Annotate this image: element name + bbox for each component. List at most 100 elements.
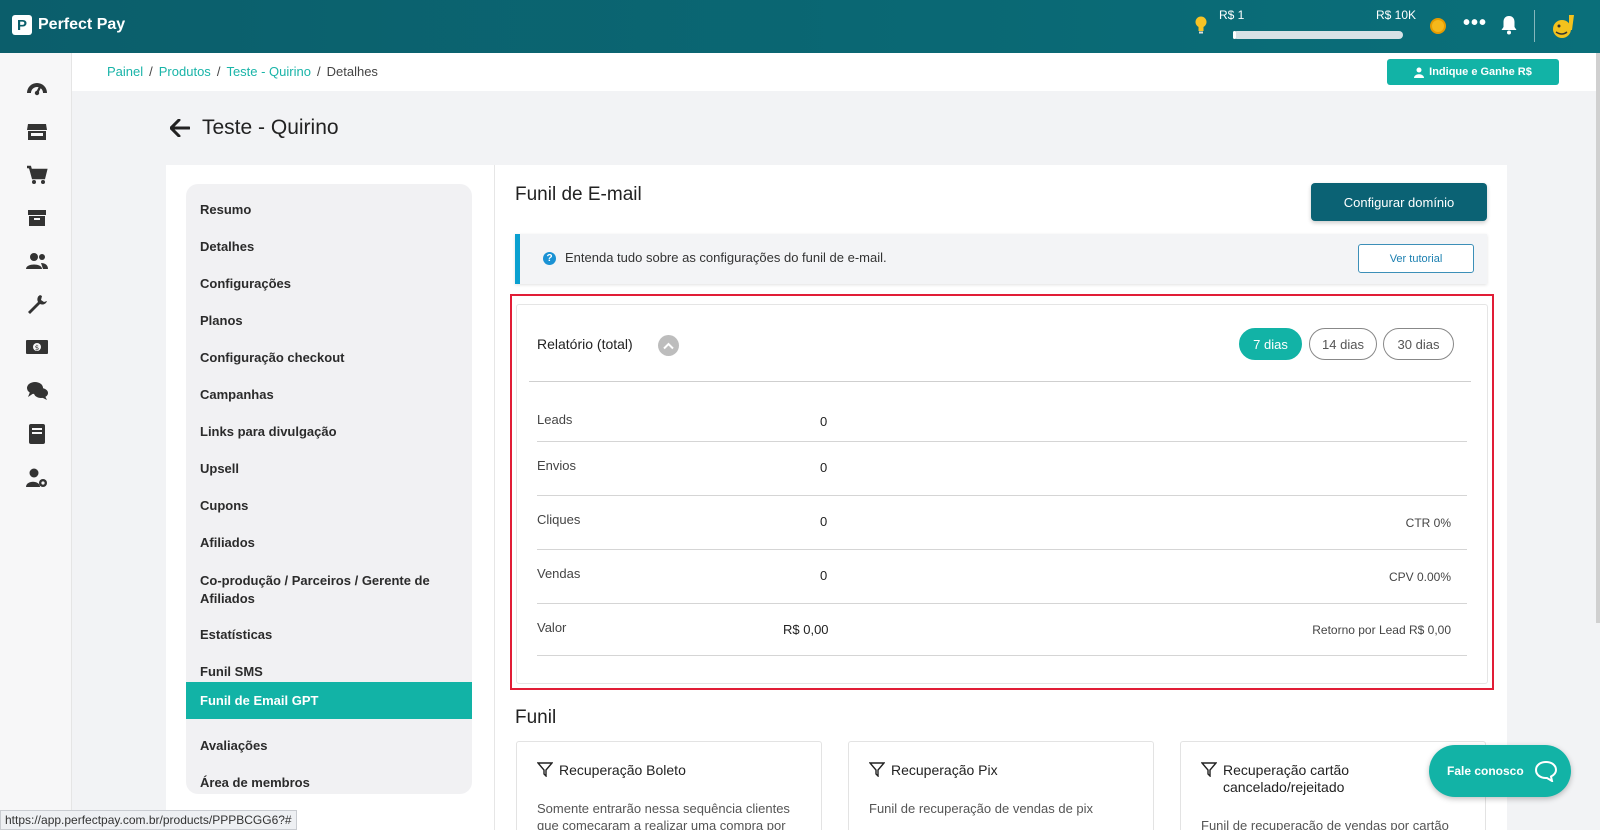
period-14-days-button[interactable]: 14 dias (1309, 328, 1377, 360)
metric-value-vendas: 0 (820, 568, 828, 583)
notification-bell-icon[interactable] (1501, 15, 1517, 35)
dashboard-gauge-icon[interactable] (25, 77, 49, 101)
funnel-card-title-text: Recuperação Boleto (559, 762, 686, 778)
info-text: Entenda tudo sobre as configurações do f… (565, 250, 887, 265)
product-submenu: Resumo Detalhes Configurações Planos Con… (186, 184, 472, 794)
submenu-item-links-divulgacao[interactable]: Links para divulgação (186, 424, 472, 439)
refer-button-label: Indique e Ganhe R$ (1429, 66, 1532, 78)
period-7-days-button[interactable]: 7 dias (1239, 328, 1302, 360)
brand-logo[interactable]: P Perfect Pay (12, 15, 125, 35)
money-bill-icon[interactable]: $ (25, 335, 49, 359)
submenu-item-avaliacoes[interactable]: Avaliações (186, 738, 472, 753)
browser-status-url: https://app.perfectpay.com.br/products/P… (0, 810, 297, 830)
metric-ctr: CTR 0% (1405, 516, 1451, 530)
metric-label-envios: Envios (537, 458, 577, 473)
submenu-item-area-membros[interactable]: Área de membros (186, 775, 472, 790)
metric-value-envios: 0 (820, 460, 828, 475)
back-arrow-icon[interactable] (170, 119, 190, 137)
funnel-card-pix[interactable]: Recuperação Pix Funil de recuperação de … (848, 741, 1154, 830)
section-title: Funil de E-mail (515, 184, 642, 205)
submenu-item-coproducao[interactable]: Co-produção / Parceiros / Gerente de Afi… (186, 572, 472, 608)
left-sidebar: $ (0, 53, 72, 830)
info-alert: ? Entenda tudo sobre as configurações do… (515, 234, 1487, 284)
row-divider (537, 655, 1467, 656)
metric-label-valor: Valor (537, 620, 567, 635)
chat-bubbles-icon[interactable] (25, 379, 49, 403)
row-divider (537, 495, 1467, 496)
goal-max-label: R$ 10K (1376, 8, 1417, 22)
topbar-divider (1534, 10, 1535, 42)
breadcrumb-separator: / (216, 64, 221, 79)
submenu-item-detalhes[interactable]: Detalhes (186, 239, 472, 254)
funnel-section-title: Funil (515, 707, 557, 728)
period-30-days-button[interactable]: 30 dias (1383, 328, 1454, 360)
submenu-item-planos[interactable]: Planos (186, 313, 472, 328)
breadcrumb-separator: / (149, 64, 153, 79)
funnel-card-title: Recuperação cartão cancelado/rejeitado (1201, 762, 1421, 796)
metric-label-vendas: Vendas (537, 566, 581, 581)
row-divider (537, 441, 1467, 442)
box-package-icon[interactable] (25, 206, 49, 230)
chat-button-label: Fale conosco (1447, 764, 1524, 778)
goal-progress-bar (1233, 31, 1403, 39)
breadcrumb-separator: / (316, 64, 321, 79)
metric-cpv: CPV 0.00% (1388, 570, 1451, 584)
metric-value-cliques: 0 (820, 514, 828, 529)
metric-value-leads: 0 (820, 414, 828, 429)
content-divider (494, 165, 495, 830)
store-icon[interactable] (25, 120, 49, 144)
logo-mark-icon: P (12, 15, 32, 35)
funnel-filter-icon (1201, 762, 1217, 777)
shopping-cart-icon[interactable] (25, 163, 49, 187)
goal-progress-fill (1233, 31, 1237, 39)
report-header-divider (529, 381, 1471, 382)
view-tutorial-button[interactable]: Ver tutorial (1358, 244, 1474, 273)
brand-name: Perfect Pay (38, 16, 126, 33)
funnel-card-title: Recuperação Pix (869, 762, 998, 778)
submenu-item-configuracao-checkout[interactable]: Configuração checkout (186, 350, 472, 365)
submenu-item-funil-sms[interactable]: Funil SMS (186, 664, 472, 679)
question-circle-icon: ? (543, 252, 556, 265)
funnel-filter-icon (869, 762, 885, 777)
submenu-item-upsell[interactable]: Upsell (186, 461, 472, 476)
contact-us-chat-button[interactable]: Fale conosco (1429, 745, 1571, 797)
submenu-item-funil-email-gpt[interactable]: Funil de Email GPT (186, 682, 472, 719)
submenu-item-cupons[interactable]: Cupons (186, 498, 472, 513)
report-title: Relatório (total) (537, 336, 633, 352)
row-divider (537, 549, 1467, 550)
lightbulb-icon (1195, 16, 1207, 34)
metric-label-leads: Leads (537, 412, 573, 427)
row-divider (537, 603, 1467, 604)
configure-domain-button[interactable]: Configurar domínio (1311, 183, 1487, 221)
more-options-icon[interactable]: ••• (1463, 12, 1487, 35)
chat-bubble-icon (1534, 760, 1557, 782)
breadcrumb-link-produtos[interactable]: Produtos (159, 64, 211, 79)
funnel-card-title: Recuperação Boleto (537, 762, 686, 778)
wrench-tool-icon[interactable] (25, 292, 49, 316)
submenu-item-resumo[interactable]: Resumo (186, 202, 472, 217)
metric-label-cliques: Cliques (537, 512, 581, 527)
page-title: Teste - Quirino (202, 116, 339, 139)
submenu-item-configuracoes[interactable]: Configurações (186, 276, 472, 291)
refer-and-earn-button[interactable]: Indique e Ganhe R$ (1387, 59, 1559, 85)
user-settings-icon[interactable] (25, 466, 49, 490)
book-icon[interactable] (25, 422, 49, 446)
submenu-item-campanhas[interactable]: Campanhas (186, 387, 472, 402)
breadcrumb-link-product[interactable]: Teste - Quirino (226, 64, 311, 79)
submenu-item-afiliados[interactable]: Afiliados (186, 535, 472, 550)
goal-min-label: R$ 1 (1219, 8, 1245, 22)
coin-icon (1430, 18, 1446, 34)
funnel-card-title-text: Recuperação Pix (891, 762, 998, 778)
funnel-card-description: Funil de recuperação de vendas de pix (869, 801, 1094, 816)
submenu-item-estatisticas[interactable]: Estatísticas (186, 627, 472, 642)
funnel-card-boleto[interactable]: Recuperação Boleto Somente entrarão ness… (516, 741, 822, 830)
user-avatar[interactable] (1550, 12, 1580, 42)
users-group-icon[interactable] (25, 249, 49, 273)
breadcrumb-link-painel[interactable]: Painel (107, 64, 143, 79)
funnel-card-title-text: Recuperação cartão cancelado/rejeitado (1223, 762, 1350, 795)
metric-return-per-lead: Retorno por Lead R$ 0,00 (1312, 623, 1451, 637)
scrollbar[interactable] (1596, 53, 1600, 623)
chevron-up-icon[interactable] (658, 335, 679, 356)
breadcrumb-current: Detalhes (326, 64, 378, 79)
page-header: Teste - Quirino (170, 116, 339, 140)
